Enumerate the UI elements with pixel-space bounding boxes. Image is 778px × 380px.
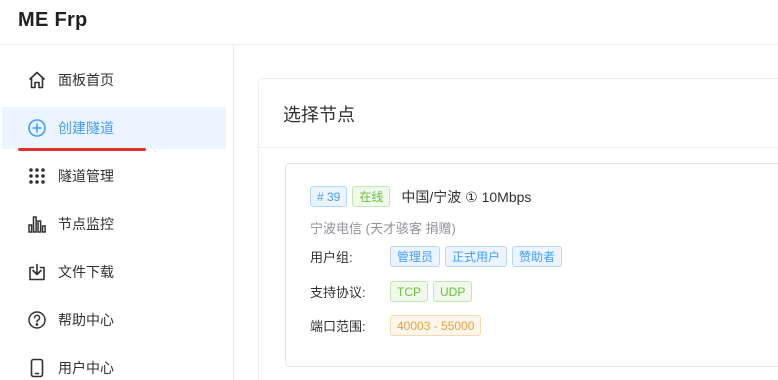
- user-group-tag: 赞助者: [512, 246, 563, 267]
- sidebar-item-dashboard[interactable]: 面板首页: [2, 59, 226, 101]
- port-range-tag: 40003 - 55000: [390, 315, 482, 336]
- sidebar-item-downloads[interactable]: 文件下载: [2, 251, 226, 293]
- node-id-tag: # 39: [310, 186, 348, 207]
- bar-chart-icon: [26, 213, 48, 235]
- sidebar-item-label: 帮助中心: [58, 312, 114, 328]
- sidebar-item-tunnel-manage[interactable]: 隧道管理: [2, 155, 226, 197]
- node-header: # 39 在线 中国/宁波 ① 10Mbps: [310, 186, 531, 207]
- app-header: ME Frp: [0, 0, 778, 44]
- card-header: 选择节点: [259, 79, 778, 148]
- user-group-tag: 管理员: [390, 246, 441, 267]
- user-group-row: 用户组: 管理员 正式用户 赞助者: [310, 246, 567, 267]
- grid-dots-icon: [26, 165, 48, 187]
- node-status-tag: 在线: [352, 186, 391, 207]
- sidebar-item-label: 文件下载: [58, 264, 114, 280]
- node-card[interactable]: # 39 在线 中国/宁波 ① 10Mbps 宁波电信 (天才骇客 捐赠) 用户…: [285, 163, 778, 367]
- user-group-tag: 正式用户: [445, 246, 508, 267]
- protocol-tag: TCP: [390, 281, 428, 302]
- sidebar-item-user-center[interactable]: 用户中心: [2, 347, 226, 380]
- sidebar-item-label: 节点监控: [58, 216, 114, 232]
- node-name: 中国/宁波 ① 10Mbps: [401, 188, 532, 205]
- home-icon: [26, 69, 48, 91]
- sidebar-item-label: 创建隧道: [58, 120, 114, 136]
- app-title: ME Frp: [18, 9, 88, 31]
- port-range-row: 端口范围: 40003 - 55000: [310, 315, 486, 336]
- page-title: 选择节点: [283, 105, 355, 125]
- sidebar-item-label: 面板首页: [58, 72, 114, 88]
- protocol-tag: UDP: [433, 281, 473, 302]
- node-description: 宁波电信 (天才骇客 捐赠): [310, 221, 456, 236]
- sidebar-item-label: 隧道管理: [58, 168, 114, 184]
- sidebar-item-create-tunnel[interactable]: 创建隧道: [2, 107, 226, 149]
- plus-circle-icon: [26, 117, 48, 139]
- port-range-label: 端口范围:: [310, 319, 366, 334]
- download-icon: [26, 261, 48, 283]
- phone-icon: [26, 357, 48, 379]
- user-group-label: 用户组:: [310, 250, 353, 265]
- sidebar: 面板首页 创建隧道 隧道管理 节点监控 文件下载 帮助中心 用户中心: [0, 45, 234, 380]
- protocol-row: 支持协议: TCP UDP: [310, 281, 477, 302]
- sidebar-item-node-monitor[interactable]: 节点监控: [2, 203, 226, 245]
- help-circle-icon: [26, 309, 48, 331]
- sidebar-item-label: 用户中心: [58, 360, 114, 376]
- protocol-label: 支持协议:: [310, 285, 366, 300]
- active-underline: [18, 148, 146, 151]
- node-selection-card: 选择节点 # 39 在线 中国/宁波 ① 10Mbps 宁波电信 (天才骇客 捐…: [258, 78, 778, 380]
- sidebar-item-help[interactable]: 帮助中心: [2, 299, 226, 341]
